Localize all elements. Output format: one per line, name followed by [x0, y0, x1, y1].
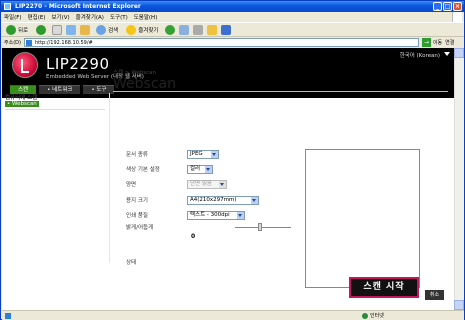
product-title: LIP2290	[46, 55, 110, 73]
security-zone: 인터넷	[362, 312, 384, 319]
quality-value: 텍스트 - 300dpi	[190, 212, 230, 218]
sidebar-item-webscan[interactable]: • Webscan	[5, 101, 39, 107]
menu-view[interactable]: 보기(V)	[51, 13, 69, 21]
status-label: 상태	[126, 260, 137, 266]
cancel-button[interactable]: 취소	[425, 290, 444, 300]
sidebar-title: 컴퓨터에 스캔	[5, 95, 38, 101]
folder-icon[interactable]	[206, 24, 217, 35]
chevron-down-icon	[205, 166, 212, 173]
duplex-value: 단면 읽음	[190, 181, 212, 187]
color-value: 컬러	[190, 166, 201, 172]
back-arrow-icon	[6, 24, 16, 35]
favorites-button[interactable]: 즐겨찾기	[124, 24, 160, 36]
window-title: LIP2270 - Microsoft Internet Explorer	[15, 3, 141, 10]
sidebar-divider	[5, 109, 105, 110]
contrast-label: 밝게/어둡게	[126, 225, 154, 231]
search-label: 검색	[108, 27, 119, 34]
favorites-label: 즐겨찾기	[138, 27, 159, 34]
title-divider	[113, 91, 448, 92]
menu-bar: 파일(F) 편집(E) 보기(V) 즐겨찾기(A) 도구(T) 도움말(H)	[1, 12, 464, 22]
breadcrumb: 스캔 > Webscan	[113, 70, 156, 76]
history-icon[interactable]	[164, 24, 175, 35]
status-bar: 인터넷	[2, 310, 464, 320]
lg-logo	[12, 52, 38, 78]
browser-toolbar: 뒤로 검색 즐겨찾기	[1, 22, 464, 37]
address-bar: 주소(D) http://192.168.10.59/# → 이동 연결	[1, 37, 464, 48]
doc-type-select[interactable]: JPEG	[187, 150, 219, 159]
quality-select[interactable]: 텍스트 - 300dpi	[187, 211, 245, 220]
ie-icon	[4, 3, 11, 10]
maximize-button[interactable]: □	[443, 2, 452, 11]
paper-size-value: A4(210x297mm)	[190, 197, 237, 203]
chevron-down-icon[interactable]	[444, 52, 450, 56]
doc-type-value: JPEG	[190, 151, 203, 157]
scroll-up-button[interactable]	[454, 48, 464, 58]
links-label[interactable]: 연결	[445, 39, 454, 46]
page-done-icon	[5, 313, 11, 319]
print-icon[interactable]	[192, 24, 203, 35]
go-label: 이동	[432, 40, 443, 46]
content-divider	[109, 93, 110, 263]
page-title: Webscan	[113, 76, 176, 92]
chevron-down-icon	[251, 197, 258, 204]
mail-icon[interactable]	[178, 24, 189, 35]
go-button[interactable]: → 이동	[421, 38, 443, 47]
forward-button[interactable]	[34, 24, 48, 36]
title-bar: LIP2270 - Microsoft Internet Explorer _ …	[1, 1, 464, 12]
zone-label: 인터넷	[370, 313, 384, 319]
menu-tools[interactable]: 도구(T)	[110, 13, 128, 21]
messenger-icon[interactable]	[220, 24, 231, 35]
page-icon	[25, 40, 32, 46]
menu-favorites[interactable]: 즐겨찾기(A)	[76, 13, 104, 21]
doc-type-label: 문서 종류	[126, 152, 148, 158]
forward-arrow-icon	[36, 24, 47, 35]
back-label: 뒤로	[18, 27, 29, 34]
vertical-scrollbar[interactable]	[454, 48, 464, 310]
language-select[interactable]: 한국어 (Korean)	[400, 51, 440, 59]
address-input[interactable]: http://192.168.10.59/#	[23, 38, 419, 47]
stop-icon[interactable]	[52, 24, 63, 35]
globe-icon	[362, 312, 368, 319]
contrast-value: 0	[191, 233, 196, 240]
home-icon[interactable]	[80, 24, 91, 35]
scan-preview	[305, 149, 420, 288]
search-icon	[96, 24, 107, 35]
back-button[interactable]: 뒤로	[4, 24, 30, 36]
address-url: http://192.168.10.59/#	[34, 40, 93, 46]
duplex-select[interactable]: 단면 읽음	[187, 180, 227, 189]
menu-edit[interactable]: 편집(E)	[28, 13, 46, 21]
color-select[interactable]: 컬러	[187, 165, 213, 174]
paper-size-label: 용지 크기	[126, 198, 148, 204]
search-button[interactable]: 검색	[94, 24, 120, 36]
star-icon	[126, 24, 137, 35]
windows-logo-icon	[452, 12, 462, 22]
refresh-icon[interactable]	[66, 24, 77, 35]
contrast-slider-track[interactable]	[235, 227, 291, 228]
color-label: 색상 기본 설정	[126, 167, 160, 173]
chevron-down-icon	[219, 181, 226, 188]
tab-network[interactable]: • 네트워크	[39, 85, 81, 94]
chevron-down-icon	[237, 212, 244, 219]
paper-size-select[interactable]: A4(210x297mm)	[187, 196, 259, 205]
contrast-slider-thumb[interactable]	[258, 223, 262, 231]
duplex-label: 양면	[126, 182, 137, 188]
browser-window: LIP2270 - Microsoft Internet Explorer _ …	[0, 0, 465, 320]
menu-help[interactable]: 도움말(H)	[134, 13, 158, 21]
minimize-button[interactable]: _	[433, 2, 442, 11]
scroll-down-button[interactable]	[454, 300, 464, 310]
quality-label: 인쇄 품질	[126, 213, 148, 219]
menu-file[interactable]: 파일(F)	[4, 13, 22, 21]
start-scan-button[interactable]: 스캔 시작	[349, 277, 419, 298]
go-arrow-icon: →	[421, 38, 431, 47]
chevron-down-icon	[211, 151, 218, 158]
address-label: 주소(D)	[4, 40, 21, 46]
close-button[interactable]: ×	[453, 2, 462, 11]
